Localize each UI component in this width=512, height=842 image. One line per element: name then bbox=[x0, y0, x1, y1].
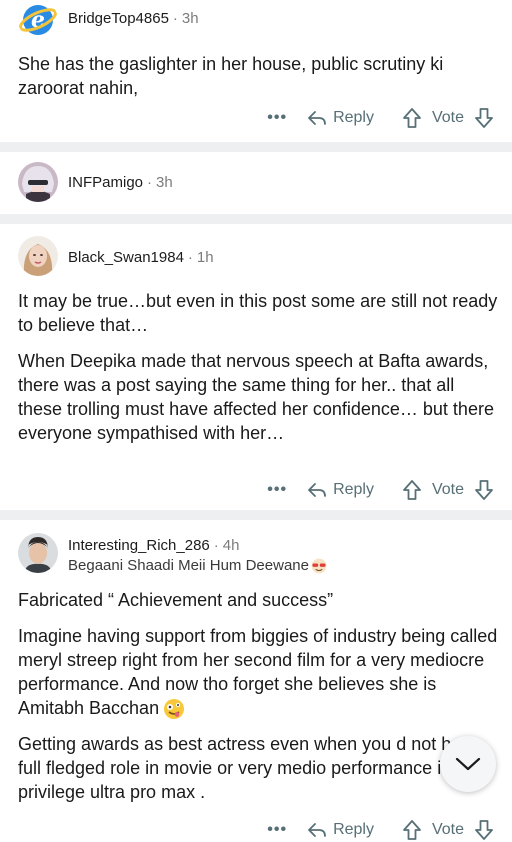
comment-paragraph: Imagine having support from biggies of i… bbox=[18, 624, 500, 720]
comment-separator bbox=[0, 510, 512, 520]
chevron-down-icon bbox=[455, 757, 481, 771]
comment-meta: INFPamigo · 3h bbox=[68, 174, 173, 191]
portrait-avatar-icon bbox=[18, 236, 58, 276]
anime-avatar-icon bbox=[18, 162, 58, 202]
vote-label: Vote bbox=[431, 821, 464, 838]
comment-separator bbox=[0, 142, 512, 152]
downvote-arrow-icon[interactable] bbox=[474, 819, 494, 841]
comment-actions: ••• Reply Vote bbox=[267, 478, 494, 502]
username[interactable]: Interesting_Rich_286 bbox=[68, 537, 210, 554]
reply-label: Reply bbox=[333, 109, 374, 126]
comment-paragraph-text: Imagine having support from biggies of i… bbox=[18, 626, 498, 718]
photo-avatar-icon bbox=[18, 533, 58, 573]
reply-arrow-icon bbox=[308, 823, 326, 837]
downvote-arrow-icon[interactable] bbox=[474, 107, 494, 129]
comment-actions: ••• Reply Vote bbox=[267, 818, 494, 842]
more-options-icon[interactable]: ••• bbox=[267, 109, 287, 127]
username[interactable]: Black_Swan1984 bbox=[68, 249, 184, 266]
username[interactable]: BridgeTop4865 bbox=[68, 10, 169, 27]
reply-label: Reply bbox=[333, 481, 374, 498]
comment-body: It may be true…but even in this post som… bbox=[18, 289, 500, 457]
vote-control: Vote bbox=[402, 479, 494, 501]
comment-actions: ••• Reply Vote bbox=[267, 106, 494, 130]
comment-separator bbox=[0, 214, 512, 224]
avatar[interactable] bbox=[18, 162, 58, 202]
vote-label: Vote bbox=[431, 481, 464, 498]
comment-1: e BridgeTop4865 · 3h She has the gaslighte… bbox=[0, 0, 512, 142]
vote-control: Vote bbox=[402, 819, 494, 841]
reply-button[interactable]: Reply bbox=[307, 109, 374, 127]
upvote-arrow-icon[interactable] bbox=[402, 107, 422, 129]
ie-logo-avatar-icon: e bbox=[18, 0, 58, 40]
upvote-arrow-icon[interactable] bbox=[402, 479, 422, 501]
reply-arrow-icon bbox=[308, 111, 326, 125]
comment-paragraph: It may be true…but even in this post som… bbox=[18, 291, 498, 335]
comment-meta: Black_Swan1984 · 1h bbox=[68, 249, 214, 266]
comment-body: She has the gaslighter in her house, pub… bbox=[18, 52, 500, 112]
upvote-arrow-icon[interactable] bbox=[402, 819, 422, 841]
zany-face-emoji bbox=[164, 699, 185, 720]
avatar[interactable] bbox=[18, 533, 58, 573]
meta-separator: · bbox=[187, 249, 193, 266]
scroll-down-button[interactable] bbox=[440, 736, 496, 792]
comment-3: Black_Swan1984 · 1h It may be true…but eve… bbox=[0, 224, 512, 508]
timestamp: 1h bbox=[196, 249, 214, 266]
comment-4: Interesting_Rich_286 · 4h Begaani Shaadi M… bbox=[0, 520, 512, 842]
avatar[interactable] bbox=[18, 236, 58, 276]
reply-arrow-icon bbox=[308, 483, 326, 497]
reply-button[interactable]: Reply bbox=[307, 821, 374, 839]
comment-meta: Interesting_Rich_286 · 4h bbox=[68, 537, 239, 554]
comment-paragraph: Fabricated “ Achievement and success” bbox=[18, 590, 334, 610]
reply-label: Reply bbox=[333, 821, 374, 838]
meta-separator: · bbox=[172, 10, 178, 27]
comment-meta: BridgeTop4865 · 3h bbox=[68, 10, 199, 27]
sunglasses-face-emoji bbox=[311, 558, 327, 574]
comment-paragraph: Getting awards as best actress even when… bbox=[18, 734, 481, 803]
meta-separator: · bbox=[213, 537, 219, 554]
comment-paragraph: She has the gaslighter in her house, pub… bbox=[18, 54, 444, 98]
vote-control: Vote bbox=[402, 107, 494, 129]
timestamp: 4h bbox=[222, 537, 240, 554]
meta-separator: · bbox=[147, 174, 153, 191]
downvote-arrow-icon[interactable] bbox=[474, 479, 494, 501]
user-flair: Begaani Shaadi Meii Hum Deewane bbox=[68, 557, 328, 575]
username[interactable]: INFPamigo bbox=[68, 174, 143, 191]
vote-label: Vote bbox=[431, 109, 464, 126]
comment-2[interactable]: INFPamigo · 3h bbox=[0, 152, 512, 212]
comment-paragraph: When Deepika made that nervous speech at… bbox=[18, 351, 494, 443]
more-options-icon[interactable]: ••• bbox=[267, 821, 287, 839]
comment-body: Fabricated “ Achievement and success” Im… bbox=[18, 588, 500, 816]
timestamp: 3h bbox=[181, 10, 199, 27]
flair-text: Begaani Shaadi Meii Hum Deewane bbox=[68, 557, 309, 574]
more-options-icon[interactable]: ••• bbox=[267, 481, 287, 499]
timestamp: 3h bbox=[156, 174, 173, 191]
reply-button[interactable]: Reply bbox=[307, 481, 374, 499]
avatar[interactable]: e bbox=[18, 0, 58, 40]
